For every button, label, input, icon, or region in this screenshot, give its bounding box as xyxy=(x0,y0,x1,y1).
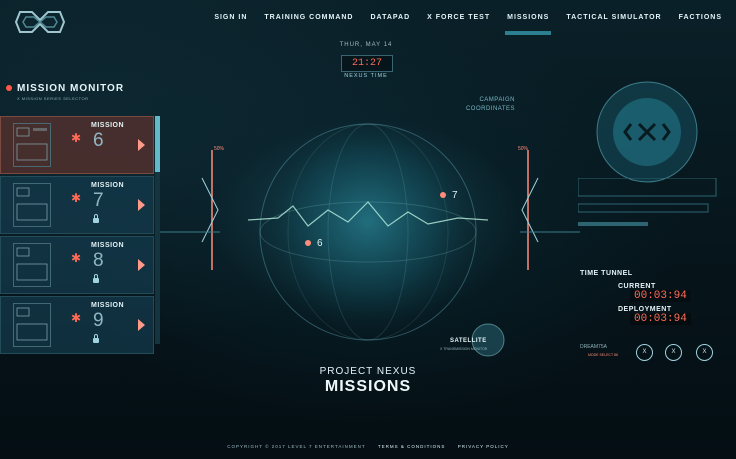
left-percent: 50% xyxy=(214,146,225,152)
mode-select-label: MODE SELECT 86 xyxy=(588,353,618,357)
nav-missions[interactable]: MISSIONS xyxy=(505,14,552,35)
mission-card-8[interactable]: ✱ MISSION 8 xyxy=(0,236,154,294)
marker-number: 7 xyxy=(452,190,458,201)
mission-label: MISSION xyxy=(91,122,125,129)
dream-label: DREAM75A xyxy=(580,344,607,350)
lock-icon xyxy=(93,334,99,343)
emblem-icon xyxy=(596,81,698,183)
campaign-line-2: COORDINATES xyxy=(465,106,515,112)
target-icon: ✱ xyxy=(71,191,82,205)
date-text: THUR, MAY 14 xyxy=(339,42,393,48)
mission-thumbnail xyxy=(13,123,51,167)
mission-number: 7 xyxy=(93,190,104,211)
campaign-coordinates-label: CAMPAIGN COORDINATES xyxy=(460,96,515,114)
marker-dot-icon xyxy=(440,192,446,198)
campaign-line-1: CAMPAIGN xyxy=(479,97,515,103)
mission-marker-7[interactable]: 7 xyxy=(440,190,458,201)
lock-icon xyxy=(93,214,99,223)
play-arrow-icon[interactable] xyxy=(138,139,145,151)
nav-sign-in[interactable]: SIGN IN xyxy=(214,14,247,21)
missions-heading: MISSIONS xyxy=(324,378,412,395)
copyright-text: COPYRIGHT © 2017 LEVEL 7 ENTERTAINMENT xyxy=(227,444,366,449)
play-arrow-icon[interactable] xyxy=(138,319,145,331)
mission-label: MISSION xyxy=(91,242,125,249)
current-label: CURRENT xyxy=(618,283,656,290)
data-readout-panel xyxy=(578,178,717,226)
mission-number: 9 xyxy=(93,310,104,331)
marker-dot-icon xyxy=(305,240,311,246)
project-title: PROJECT NEXUS xyxy=(319,366,417,377)
marker-number: 6 xyxy=(317,238,323,249)
mission-thumbnail xyxy=(13,243,51,287)
terms-link[interactable]: TERMS & CONDITIONS xyxy=(378,444,446,449)
satellite-sublabel: X TRANSMISSION MONITOR xyxy=(440,347,488,351)
target-icon: ✱ xyxy=(71,131,82,145)
x-button-2[interactable]: X xyxy=(665,344,682,361)
play-arrow-icon[interactable] xyxy=(138,199,145,211)
mission-label: MISSION xyxy=(91,182,125,189)
deployment-value: 00:03:94 xyxy=(630,313,691,325)
mission-thumbnail xyxy=(13,183,51,227)
satellite-label: SATELLITE xyxy=(450,338,487,344)
nav-training-command[interactable]: TRAINING COMMAND xyxy=(264,14,353,21)
mission-card-6[interactable]: ✱ MISSION 6 xyxy=(0,116,154,174)
mission-number: 8 xyxy=(93,250,104,271)
main-nav: SIGN IN TRAINING COMMAND DATAPAD X FORCE… xyxy=(197,14,722,35)
mission-marker-6[interactable]: 6 xyxy=(305,238,323,249)
nav-x-force-test[interactable]: X FORCE TEST xyxy=(427,14,490,21)
mission-label: MISSION xyxy=(91,302,125,309)
play-arrow-icon[interactable] xyxy=(138,259,145,271)
monitor-status-icon xyxy=(6,85,12,91)
nav-tactical-simulator[interactable]: TACTICAL SIMULATOR xyxy=(566,14,661,21)
mission-number: 6 xyxy=(93,130,104,151)
footer: COPYRIGHT © 2017 LEVEL 7 ENTERTAINMENT T… xyxy=(0,444,736,449)
deployment-label: DEPLOYMENT xyxy=(618,306,672,313)
time-tunnel-title: TIME TUNNEL xyxy=(580,270,633,277)
target-icon: ✱ xyxy=(71,251,82,265)
lock-icon xyxy=(93,274,99,283)
nav-factions[interactable]: FACTIONS xyxy=(679,14,722,21)
mission-thumbnail xyxy=(13,303,51,347)
right-percent: 50% xyxy=(518,146,529,152)
mission-card-7[interactable]: ✱ MISSION 7 xyxy=(0,176,154,234)
mission-monitor-subtitle: X MISSION SERIES SELECTOR xyxy=(17,96,89,101)
nav-datapad[interactable]: DATAPAD xyxy=(370,14,410,21)
target-icon: ✱ xyxy=(71,311,82,325)
current-value: 00:03:94 xyxy=(630,290,691,302)
privacy-link[interactable]: PRIVACY POLICY xyxy=(458,444,509,449)
x-logo-icon[interactable] xyxy=(14,8,66,36)
x-button-3[interactable]: X xyxy=(696,344,713,361)
globe-visual xyxy=(248,123,488,341)
mission-card-9[interactable]: ✱ MISSION 9 xyxy=(0,296,154,354)
mission-monitor-title: MISSION MONITOR xyxy=(17,83,125,94)
x-button-1[interactable]: X xyxy=(636,344,653,361)
